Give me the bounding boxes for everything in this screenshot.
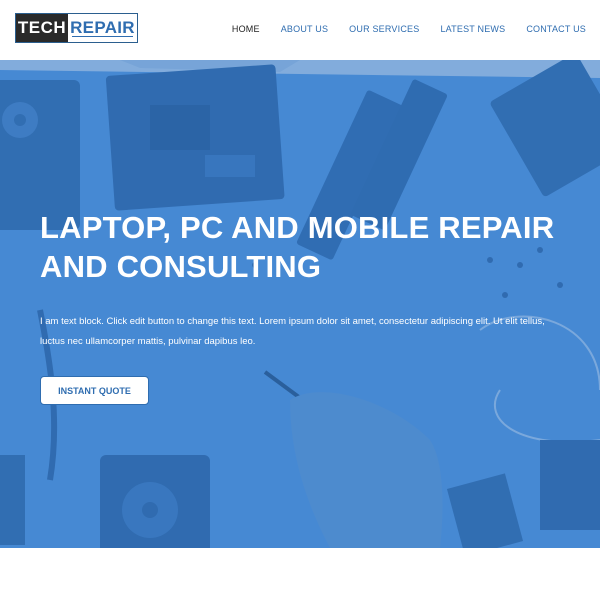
instant-quote-button[interactable]: INSTANT QUOTE (40, 376, 149, 405)
site-header: TECH REPAIR HOME ABOUT US OUR SERVICES L… (0, 0, 600, 60)
hero-description: I am text block. Click edit button to ch… (40, 316, 545, 347)
nav-item-contact-us[interactable]: CONTACT US (526, 24, 586, 34)
hero-title: LAPTOP, PC AND MOBILE REPAIR AND CONSULT… (40, 210, 555, 284)
nav-item-about-us[interactable]: ABOUT US (281, 24, 328, 34)
hero-section: LAPTOP, PC AND MOBILE REPAIR AND CONSULT… (0, 60, 600, 548)
logo-tech-text: TECH (16, 14, 68, 42)
nav-item-home[interactable]: HOME (232, 24, 260, 34)
hero-overlay (0, 60, 600, 548)
nav-item-our-services[interactable]: OUR SERVICES (349, 24, 419, 34)
content-area (0, 548, 600, 600)
nav-item-latest-news[interactable]: LATEST NEWS (440, 24, 505, 34)
logo-repair-text: REPAIR (68, 14, 137, 42)
site-logo[interactable]: TECH REPAIR (15, 13, 138, 43)
main-nav: HOME ABOUT US OUR SERVICES LATEST NEWS C… (211, 24, 586, 34)
